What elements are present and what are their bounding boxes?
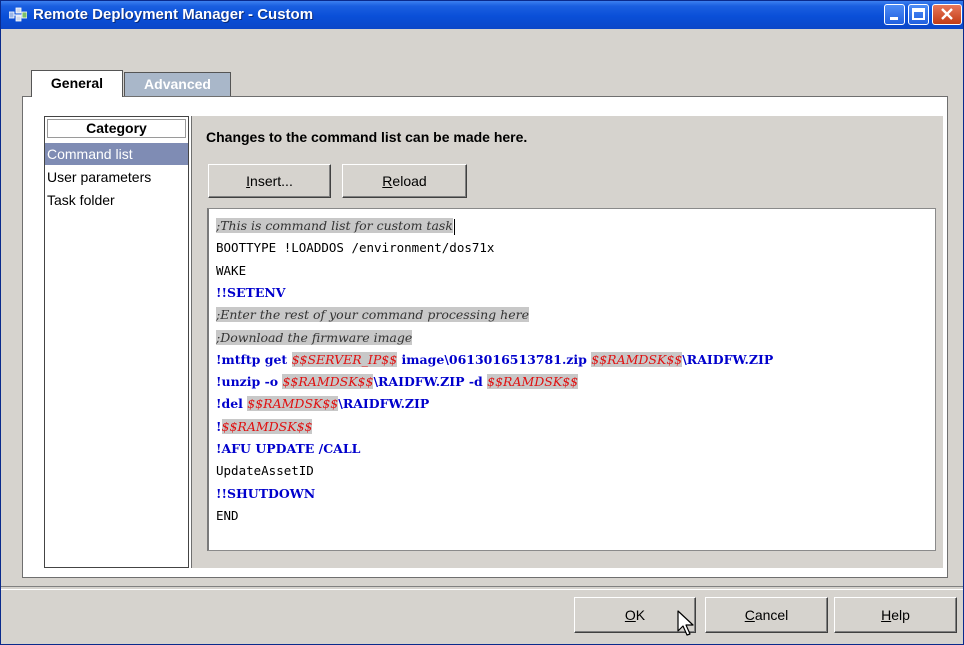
- help-label-mnemonic: H: [881, 607, 892, 623]
- category-header: Category: [47, 119, 186, 138]
- mouse-cursor-icon: [677, 610, 694, 636]
- code-segment-var: $$RAMDSK$$: [487, 374, 579, 390]
- app-icon: [8, 7, 28, 23]
- code-line: !AFU UPDATE /CALL: [216, 438, 360, 460]
- code-segment-cmd: \RAIDFW.ZIP: [682, 351, 774, 367]
- code-segment-var: $$RAMDSK$$: [221, 418, 313, 434]
- code-segment-cmd: !!SHUTDOWN: [216, 485, 316, 501]
- code-line: !unzip -o $$RAMDSK$$\RAIDFW.ZIP -d $$RAM…: [216, 371, 579, 393]
- code-line: !mtftp get $$SERVER_IP$$ image\061301651…: [216, 349, 773, 371]
- code-segment-comment: ;This is command list for custom task: [216, 218, 453, 233]
- maximize-button[interactable]: [908, 4, 929, 25]
- reload-label-mnemonic: R: [382, 173, 393, 189]
- category-list: Category Command list User parameters Ta…: [44, 116, 189, 568]
- code-line: ;This is command list for custom task: [216, 215, 455, 237]
- footer-separator: [1, 586, 963, 590]
- ok-label-rest: K: [635, 607, 646, 623]
- code-line: UpdateAssetID: [216, 460, 314, 482]
- code-line: ;Download the firmware image: [216, 327, 413, 349]
- title-bar[interactable]: Remote Deployment Manager - Custom: [1, 1, 963, 29]
- code-line: !!SHUTDOWN: [216, 483, 315, 505]
- category-item-task-folder[interactable]: Task folder: [45, 189, 188, 211]
- window-title: Remote Deployment Manager - Custom: [33, 6, 314, 23]
- minimize-icon: [890, 17, 898, 20]
- command-editor[interactable]: ;This is command list for custom task BOO…: [207, 208, 936, 551]
- code-line: !$$RAMDSK$$: [216, 416, 313, 438]
- insert-label-rest: nsert...: [250, 173, 293, 189]
- code-segment-comment: ;Download the firmware image: [216, 329, 413, 345]
- code-segment-cmd: !: [216, 418, 222, 434]
- code-segment-var: $$SERVER_IP$$: [291, 351, 398, 367]
- minimize-button[interactable]: [884, 4, 905, 25]
- help-button[interactable]: Help: [834, 597, 957, 633]
- code-segment-var: $$RAMDSK$$: [591, 351, 683, 367]
- category-item-command-list[interactable]: Command list: [45, 143, 188, 165]
- code-segment-cmd: !del: [216, 396, 248, 412]
- reload-label-rest: eload: [392, 173, 427, 189]
- tab-general[interactable]: General: [31, 70, 123, 97]
- insert-button[interactable]: Insert...: [208, 164, 331, 198]
- ok-label-mnemonic: O: [624, 607, 636, 623]
- cancel-label-rest: ancel: [754, 607, 789, 623]
- maximize-icon: [912, 8, 925, 20]
- close-button[interactable]: [932, 4, 962, 25]
- code-segment-plain: END: [216, 507, 239, 523]
- code-segment-cmd: \RAIDFW.ZIP -d: [373, 374, 488, 390]
- code-segment-cmd: !unzip -o: [216, 374, 283, 390]
- code-line: ;Enter the rest of your command processi…: [216, 304, 529, 326]
- code-segment-cmd: !mtftp get: [216, 351, 292, 367]
- help-label-rest: elp: [891, 607, 910, 623]
- code-segment-var: $$RAMDSK$$: [247, 396, 339, 412]
- code-segment-var: $$RAMDSK$$: [282, 374, 374, 390]
- code-segment-plain: WAKE: [216, 262, 247, 278]
- code-segment-comment: ;Enter the rest of your command processi…: [216, 307, 529, 323]
- text-caret: [453, 218, 455, 235]
- cancel-label-mnemonic: C: [744, 607, 755, 623]
- code-line: !del $$RAMDSK$$\RAIDFW.ZIP: [216, 393, 429, 415]
- category-item-user-parameters[interactable]: User parameters: [45, 166, 188, 188]
- code-segment-cmd: !!SETENV: [216, 284, 286, 300]
- code-line: BOOTTYPE !LOADDOS /environment/dos71x: [216, 237, 494, 259]
- code-segment-cmd: image\0613016513781.zip: [397, 351, 592, 367]
- code-segment-cmd: !AFU UPDATE /CALL: [216, 441, 361, 456]
- cancel-button[interactable]: Cancel: [705, 597, 828, 633]
- content-description: Changes to the command list can be made …: [206, 129, 528, 145]
- tab-advanced[interactable]: Advanced: [124, 72, 231, 96]
- code-segment-cmd: \RAIDFW.ZIP: [338, 396, 430, 412]
- reload-button[interactable]: Reload: [342, 164, 467, 198]
- close-icon: [941, 8, 953, 20]
- remote-deployment-window: Remote Deployment Manager - Custom Gener…: [0, 0, 964, 645]
- code-line: WAKE: [216, 260, 246, 282]
- code-line: END: [216, 505, 239, 527]
- code-line: !!SETENV: [216, 282, 285, 304]
- code-segment-plain: UpdateAssetID: [216, 463, 314, 479]
- code-segment-plain: BOOTTYPE !LOADDOS /environment/dos71x: [216, 240, 495, 256]
